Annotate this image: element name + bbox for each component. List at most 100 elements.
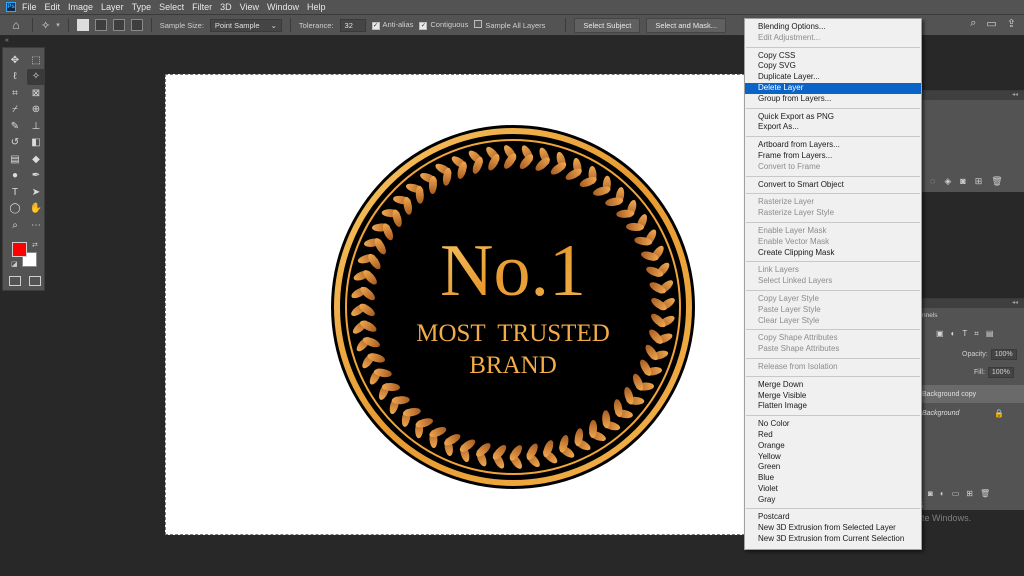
menu-item-blending-options[interactable]: Blending Options...: [745, 22, 921, 33]
channels-tab-fragment[interactable]: nnels: [922, 312, 938, 319]
ellipse-tool-icon[interactable]: ◯: [6, 201, 24, 218]
contiguous-checkbox[interactable]: ✓ Contiguous: [419, 20, 468, 30]
menu-item-gray[interactable]: Gray: [745, 495, 921, 506]
intersect-selection-mode-button[interactable]: [130, 19, 143, 31]
type-tool-icon[interactable]: T: [6, 184, 24, 201]
menu-item-export-as[interactable]: Export As...: [745, 122, 921, 133]
anchor-icon[interactable]: ◈: [944, 176, 951, 187]
eyedropper-tool-icon[interactable]: ⌿: [6, 102, 24, 119]
blur-tool-icon[interactable]: ◆: [27, 151, 45, 168]
menu-item-no-color[interactable]: No Color: [745, 419, 921, 430]
image-filter-icon[interactable]: ▣: [936, 329, 944, 339]
hand-tool-icon[interactable]: ✋: [27, 201, 45, 218]
menu-layer[interactable]: Layer: [101, 2, 124, 12]
menu-item-artboard-from-layers[interactable]: Artboard from Layers...: [745, 140, 921, 151]
menu-item-yellow[interactable]: Yellow: [745, 452, 921, 463]
dotted-circle-icon[interactable]: ◌: [930, 176, 935, 187]
menu-type[interactable]: Type: [132, 2, 152, 12]
type-filter-icon[interactable]: T: [962, 329, 967, 339]
menu-item-postcard[interactable]: Postcard: [745, 512, 921, 523]
trash-icon[interactable]: 🗑: [991, 176, 1002, 187]
screen-mode-icon[interactable]: [29, 275, 41, 286]
layer-row-background-copy[interactable]: Background copy: [922, 385, 1024, 403]
opacity-input[interactable]: 100%: [990, 349, 1017, 360]
stamp-tool-icon[interactable]: ⊥: [27, 118, 45, 135]
eraser-tool-icon[interactable]: ◧: [27, 135, 45, 152]
share-icon[interactable]: ⇪: [1007, 17, 1016, 30]
brush-tool-icon[interactable]: ✎: [6, 118, 24, 135]
new-item-icon[interactable]: ⊞: [975, 176, 983, 187]
menu-item-blue[interactable]: Blue: [745, 473, 921, 484]
menu-item-quick-export-as-png[interactable]: Quick Export as PNG: [745, 112, 921, 123]
dodge-tool-icon[interactable]: ●: [6, 168, 24, 185]
select-and-mask-button[interactable]: Select and Mask...: [646, 17, 727, 33]
search-icon[interactable]: ⌕: [970, 17, 976, 30]
default-colors-icon[interactable]: ◪: [11, 260, 18, 268]
select-subject-button[interactable]: Select Subject: [574, 17, 641, 33]
menu-view[interactable]: View: [240, 2, 259, 12]
menu-help[interactable]: Help: [307, 2, 326, 12]
home-icon[interactable]: ⌂: [8, 17, 24, 33]
menu-item-red[interactable]: Red: [745, 430, 921, 441]
layer-row-background[interactable]: Background 🔒: [922, 404, 1024, 422]
menu-item-orange[interactable]: Orange: [745, 441, 921, 452]
collapse-panel-icon[interactable]: ◂◂: [1012, 91, 1018, 100]
menu-item-green[interactable]: Green: [745, 462, 921, 473]
magic-wand-icon[interactable]: ✧: [41, 19, 50, 32]
smart-object-filter-icon[interactable]: ▤: [986, 329, 994, 339]
more-tools-icon[interactable]: ⋯: [27, 217, 45, 234]
menu-filter[interactable]: Filter: [192, 2, 212, 12]
menu-item-copy-svg[interactable]: Copy SVG: [745, 61, 921, 72]
menu-item-convert-to-smart-object[interactable]: Convert to Smart Object: [745, 180, 921, 191]
menu-window[interactable]: Window: [267, 2, 299, 12]
move-tool-icon[interactable]: ✥: [6, 52, 24, 69]
photoshop-logo[interactable]: Ps: [6, 2, 16, 12]
chevron-down-icon[interactable]: ▾: [56, 21, 60, 29]
zoom-tool-icon[interactable]: ⌕: [6, 217, 24, 234]
trash-icon[interactable]: 🗑: [980, 489, 990, 498]
menu-item-violet[interactable]: Violet: [745, 484, 921, 495]
menu-file[interactable]: File: [22, 2, 37, 12]
collapse-panel-icon[interactable]: «: [5, 37, 9, 44]
add-selection-mode-button[interactable]: [94, 19, 107, 31]
menu-item-merge-down[interactable]: Merge Down: [745, 380, 921, 391]
healing-brush-tool-icon[interactable]: ⊕: [27, 102, 45, 119]
marquee-tool-icon[interactable]: ⬚: [27, 52, 45, 69]
sample-size-select[interactable]: Point Sample ⌄: [209, 18, 282, 32]
menu-item-group-from-layers[interactable]: Group from Layers...: [745, 94, 921, 105]
menu-select[interactable]: Select: [159, 2, 184, 12]
fill-input[interactable]: 100%: [987, 367, 1014, 378]
menu-item-create-clipping-mask[interactable]: Create Clipping Mask: [745, 248, 921, 259]
document-canvas[interactable]: No.1 MOST TRUSTED BRAND: [165, 74, 745, 535]
menu-3d[interactable]: 3D: [220, 2, 232, 12]
new-selection-mode-button[interactable]: [76, 19, 89, 31]
menu-image[interactable]: Image: [68, 2, 93, 12]
tolerance-input[interactable]: 32: [339, 18, 366, 32]
menu-item-merge-visible[interactable]: Merge Visible: [745, 391, 921, 402]
foreground-color-swatch[interactable]: [12, 241, 27, 257]
frame-tool-icon[interactable]: ⊠: [27, 85, 45, 102]
shape-filter-icon[interactable]: ⌗: [974, 329, 979, 339]
menu-item-copy-css[interactable]: Copy CSS: [745, 51, 921, 62]
lasso-tool-icon[interactable]: ℓ: [6, 69, 24, 86]
swap-colors-icon[interactable]: ⇄: [32, 241, 38, 249]
menu-item-frame-from-layers[interactable]: Frame from Layers...: [745, 151, 921, 162]
gradient-tool-icon[interactable]: ▤: [6, 151, 24, 168]
menu-item-new-3d-extrusion-from-selected-layer[interactable]: New 3D Extrusion from Selected Layer: [745, 523, 921, 534]
workspace-icon[interactable]: ▭: [986, 17, 996, 30]
magic-wand-tool-icon[interactable]: ✧: [27, 68, 45, 85]
crop-tool-icon[interactable]: ⌗: [6, 85, 24, 102]
adjustment-filter-icon[interactable]: ◐: [951, 329, 956, 339]
mask-icon[interactable]: ◙: [960, 176, 965, 187]
menu-item-flatten-image[interactable]: Flatten Image: [745, 401, 921, 412]
path-selection-tool-icon[interactable]: ➤: [27, 184, 45, 201]
sample-all-layers-checkbox[interactable]: Sample All Layers: [474, 20, 545, 30]
anti-alias-checkbox[interactable]: ✓ Anti-alias: [371, 20, 413, 30]
collapse-panel-icon[interactable]: ◂◂: [1012, 299, 1018, 308]
subtract-selection-mode-button[interactable]: [112, 19, 125, 31]
menu-item-duplicate-layer[interactable]: Duplicate Layer...: [745, 72, 921, 83]
menu-item-new-3d-extrusion-from-current-selection[interactable]: New 3D Extrusion from Current Selection: [745, 534, 921, 545]
pen-tool-icon[interactable]: ✒: [27, 168, 45, 185]
history-brush-tool-icon[interactable]: ↺: [6, 135, 24, 152]
quick-mask-icon[interactable]: [9, 275, 21, 286]
